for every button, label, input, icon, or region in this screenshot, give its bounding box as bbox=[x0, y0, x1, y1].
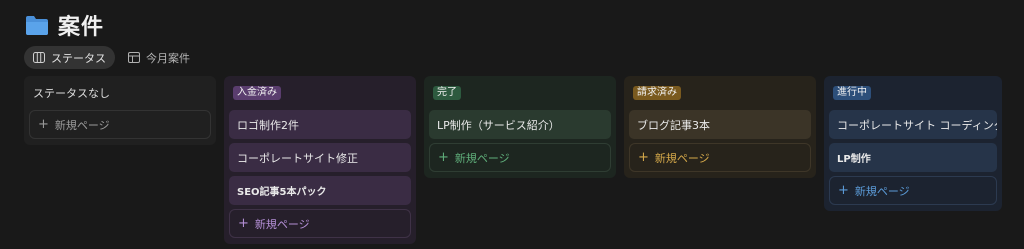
card-title: LP制作 bbox=[837, 154, 871, 165]
plus-icon: + bbox=[838, 183, 849, 198]
card-title: SEO記事5本パック bbox=[237, 187, 327, 198]
card[interactable]: ロゴ制作2件 bbox=[229, 110, 411, 139]
card[interactable]: SEO記事5本パック bbox=[229, 176, 411, 205]
card[interactable]: コーポレートサイト コーディング bbox=[829, 110, 997, 139]
column-done: 完了 LP制作（サービス紹介） + 新規ページ bbox=[424, 76, 616, 178]
status-badge: 進行中 bbox=[833, 86, 871, 100]
card[interactable]: LP制作 bbox=[829, 143, 997, 172]
add-page-button[interactable]: + 新規ページ bbox=[429, 143, 611, 172]
tab-this-month-label: 今月案件 bbox=[146, 51, 190, 65]
card[interactable]: ブログ記事3本 bbox=[629, 110, 811, 139]
folder-icon bbox=[26, 16, 48, 35]
column-header: 請求済み bbox=[629, 80, 811, 106]
status-badge: 完了 bbox=[433, 86, 461, 100]
status-badge: 請求済み bbox=[633, 86, 681, 100]
column-header: 進行中 bbox=[829, 80, 997, 106]
column-invoiced: 請求済み ブログ記事3本 + 新規ページ bbox=[624, 76, 816, 178]
card-title: ブログ記事3本 bbox=[637, 118, 710, 132]
add-page-label: 新規ページ bbox=[854, 184, 910, 198]
tab-status-label: ステータス bbox=[51, 51, 106, 65]
card[interactable]: LP制作（サービス紹介） bbox=[429, 110, 611, 139]
add-page-button[interactable]: + 新規ページ bbox=[229, 209, 411, 238]
plus-icon: + bbox=[238, 216, 249, 231]
card-title: コーポレートサイト修正 bbox=[237, 151, 358, 165]
add-page-label: 新規ページ bbox=[54, 118, 110, 132]
column-no-status: ステータスなし + 新規ページ bbox=[24, 76, 216, 145]
add-page-label: 新規ページ bbox=[654, 151, 710, 165]
column-title: ステータスなし bbox=[33, 87, 110, 100]
card[interactable]: コーポレートサイト修正 bbox=[229, 143, 411, 172]
add-page-label: 新規ページ bbox=[454, 151, 510, 165]
add-page-button[interactable]: + 新規ページ bbox=[29, 110, 211, 139]
column-header: ステータスなし bbox=[29, 80, 211, 106]
tab-this-month[interactable]: 今月案件 bbox=[119, 46, 199, 69]
plus-icon: + bbox=[38, 117, 49, 132]
page-title: 案件 bbox=[58, 15, 105, 40]
plus-icon: + bbox=[638, 150, 649, 165]
status-badge: 入金済み bbox=[233, 86, 281, 100]
tab-status[interactable]: ステータス bbox=[24, 46, 115, 69]
board-icon bbox=[33, 52, 45, 63]
plus-icon: + bbox=[438, 150, 449, 165]
card-title: コーポレートサイト コーディング bbox=[837, 118, 997, 132]
column-header: 完了 bbox=[429, 80, 611, 106]
add-page-label: 新規ページ bbox=[254, 217, 310, 231]
add-page-button[interactable]: + 新規ページ bbox=[629, 143, 811, 172]
column-paid: 入金済み ロゴ制作2件 コーポレートサイト修正 SEO記事5本パック + 新規ペ… bbox=[224, 76, 416, 244]
table-icon bbox=[128, 52, 140, 63]
page-header: 案件 bbox=[24, 9, 104, 41]
add-page-button[interactable]: + 新規ページ bbox=[829, 176, 997, 205]
view-tabs: ステータス 今月案件 bbox=[24, 46, 199, 69]
card-title: LP制作（サービス紹介） bbox=[437, 118, 560, 132]
column-header: 入金済み bbox=[229, 80, 411, 106]
card-title: ロゴ制作2件 bbox=[237, 118, 299, 132]
column-in-progress: 進行中 コーポレートサイト コーディング LP制作 + 新規ページ bbox=[824, 76, 1002, 211]
